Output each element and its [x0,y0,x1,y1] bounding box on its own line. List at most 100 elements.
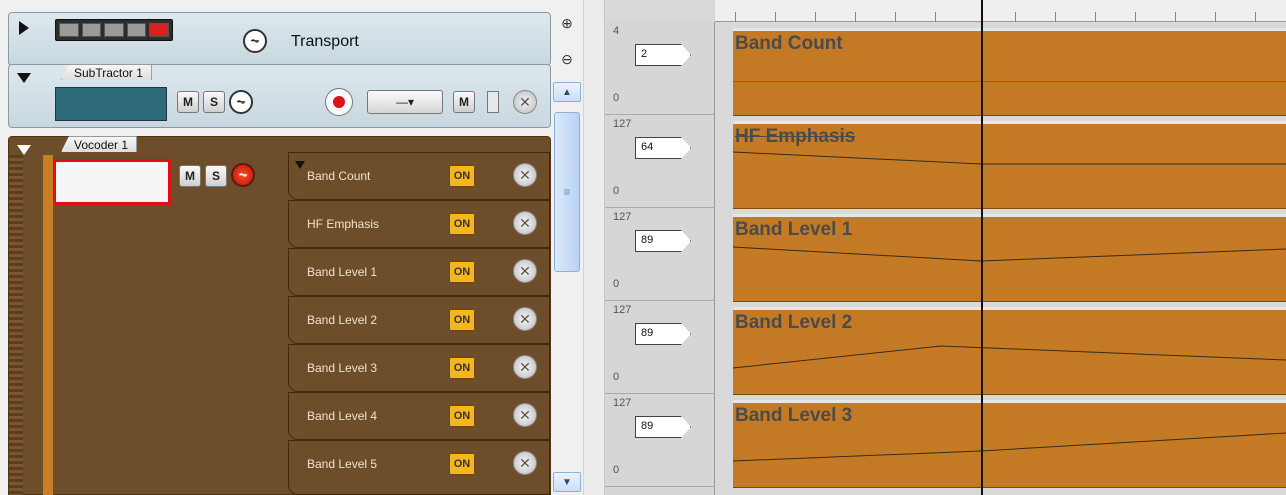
track-grip[interactable] [9,155,23,495]
expand-transport-icon[interactable] [19,21,29,35]
ruler-tick [1055,12,1056,22]
automation-clip[interactable]: Band Count [733,28,1286,116]
lane-name: Band Level 5 [307,457,378,471]
zoom-in-icon[interactable]: ⊕ [558,14,576,32]
max-value: 127 [613,211,632,223]
min-value: 0 [613,464,620,476]
vocoder-solo-button[interactable]: S [205,165,227,187]
close-icon[interactable]: ✕ [513,211,537,235]
zoom-out-icon[interactable]: ⊖ [558,50,576,68]
subtractor-mute-lane-button[interactable]: M [453,91,475,113]
clip-title: Band Count [735,33,843,54]
min-value: 0 [613,185,620,197]
record-enable-button[interactable] [325,88,353,116]
value-flag[interactable]: 89 [635,230,707,252]
min-value: 0 [613,92,620,104]
pane-divider[interactable] [583,0,605,495]
value-flag[interactable]: 64 [635,137,707,159]
lane-band-level-2[interactable]: Band Level 2 ON ✕ [288,296,550,344]
record-mini-button[interactable] [149,23,169,37]
app-window: ⏦ Transport SubTractor 1 M S ⏦ —▾ M ✕ Vo… [0,0,1286,495]
close-icon[interactable]: ✕ [513,163,537,187]
playhead[interactable] [981,0,983,495]
scroll-down-icon[interactable]: ▼ [553,472,581,492]
transport-label: Transport [291,33,359,50]
automation-curve [733,151,1286,165]
lane-on-button[interactable]: ON [449,261,475,283]
vocoder-mute-button[interactable]: M [179,165,201,187]
close-icon[interactable]: ✕ [513,355,537,379]
ruler-tick [935,12,936,22]
timeline-ruler[interactable] [715,0,1286,22]
lane-band-count[interactable]: Band Count ON ✕ [288,152,550,200]
automation-row-band-level-3: 127 89 0 Band Level 3 [605,394,1286,488]
row-value-scale: 127 89 0 [605,301,715,394]
value-flag[interactable]: 89 [635,323,707,345]
ruler-tick [1095,12,1096,22]
lane-on-button[interactable]: ON [449,213,475,235]
automation-row-band-level-2: 127 89 0 Band Level 2 [605,301,1286,395]
waveform-icon: ⏦ [243,29,267,53]
automation-dropdown[interactable]: —▾ [367,90,443,114]
play-button[interactable] [126,23,147,37]
scroll-up-icon[interactable]: ▲ [553,82,581,102]
close-icon[interactable]: ✕ [513,90,537,114]
record-icon [333,96,345,108]
lane-name: Band Level 2 [307,313,378,327]
lane-band-level-5[interactable]: Band Level 5 ON ✕ [288,440,550,495]
lane-on-button[interactable]: ON [449,453,475,475]
max-value: 127 [613,397,632,409]
value-flag[interactable]: 89 [635,416,707,438]
lane-name: Band Level 4 [307,409,378,423]
value-flag[interactable]: 2 [635,44,707,66]
min-value: 0 [613,371,620,383]
subtractor-track[interactable]: SubTractor 1 M S ⏦ —▾ M ✕ [8,64,551,128]
value-flag-text: 64 [641,141,654,153]
ruler-tick [775,12,776,22]
waveform-icon[interactable]: ⏦ [231,163,255,187]
subtractor-solo-button[interactable]: S [203,91,225,113]
automation-clip[interactable]: Band Level 3 [733,400,1286,488]
lane-toggle[interactable] [487,91,499,113]
collapse-vocoder-icon[interactable] [17,145,31,155]
forward-button[interactable] [81,23,102,37]
lane-band-level-1[interactable]: Band Level 1 ON ✕ [288,248,550,296]
lane-on-button[interactable]: ON [449,357,475,379]
lane-band-level-4[interactable]: Band Level 4 ON ✕ [288,392,550,440]
track-color-bar [43,155,53,495]
max-value: 127 [613,118,632,130]
scrollbar-thumb[interactable]: ≡ [554,112,580,272]
min-value: 0 [613,278,620,290]
stop-button[interactable] [104,23,124,37]
waveform-icon: ⏦ [229,90,253,114]
ruler-tick [1015,12,1016,22]
vertical-scroll-area: ⊕ ⊖ ▲ ≡ ▼ [551,0,583,495]
subtractor-mute-button[interactable]: M [177,91,199,113]
row-value-scale: 4 2 0 [605,22,715,115]
automation-line [733,81,1286,82]
automation-curve [733,432,1286,462]
track-list: ⏦ Transport SubTractor 1 M S ⏦ —▾ M ✕ Vo… [0,0,551,495]
automation-clip[interactable]: HF Emphasis [733,121,1286,209]
lane-on-button[interactable]: ON [449,405,475,427]
vocoder-name-tab[interactable]: Vocoder 1 [61,136,138,152]
lane-collapse-icon[interactable] [295,161,305,169]
automation-clip[interactable]: Band Level 2 [733,307,1286,395]
close-icon[interactable]: ✕ [513,307,537,331]
automation-clip[interactable]: Band Level 1 [733,214,1286,302]
vocoder-device-thumbnail[interactable] [53,159,171,205]
close-icon[interactable]: ✕ [513,403,537,427]
rewind-button[interactable] [59,23,79,37]
close-icon[interactable]: ✕ [513,451,537,475]
lane-band-level-3[interactable]: Band Level 3 ON ✕ [288,344,550,392]
lane-on-button[interactable]: ON [449,309,475,331]
ruler-tick [895,12,896,22]
automation-row-band-level-1: 127 89 0 Band Level 1 [605,208,1286,302]
transport-track[interactable]: ⏦ Transport [8,12,551,66]
subtractor-device-thumbnail[interactable] [55,87,167,121]
lane-on-button[interactable]: ON [449,165,475,187]
subtractor-name-tab[interactable]: SubTractor 1 [61,64,152,80]
collapse-subtractor-icon[interactable] [17,73,31,83]
close-icon[interactable]: ✕ [513,259,537,283]
lane-hf-emphasis[interactable]: HF Emphasis ON ✕ [288,200,550,248]
